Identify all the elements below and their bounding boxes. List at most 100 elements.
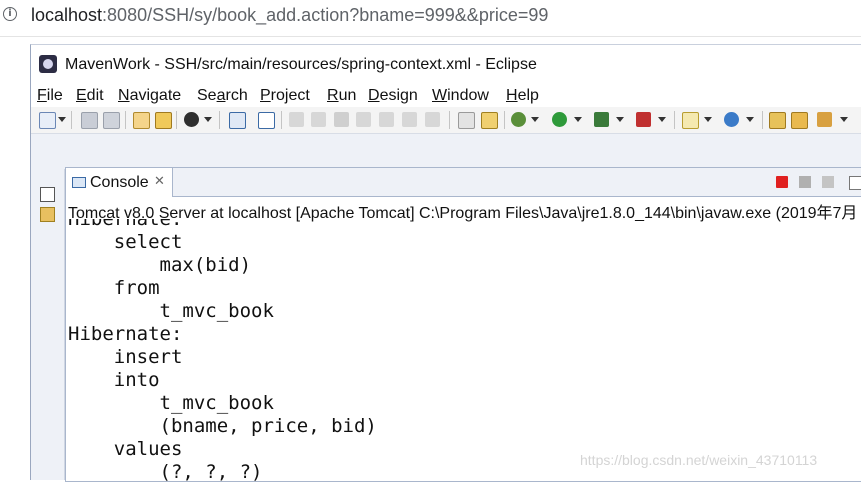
menu-file[interactable]: File [37, 87, 63, 105]
menu-design-rest: esign [379, 87, 418, 104]
new-java-project-icon[interactable] [682, 112, 699, 129]
open-task-icon[interactable] [481, 112, 498, 129]
menu-run-rest: un [338, 87, 357, 104]
new-java-project-dropdown-icon[interactable] [704, 117, 712, 122]
console-line: values [68, 438, 183, 460]
open-folder-icon[interactable] [769, 112, 786, 129]
new-icon[interactable] [39, 112, 56, 129]
console-line: t_mvc_book [68, 300, 274, 322]
site-info-icon[interactable]: i [3, 7, 17, 21]
menu-edit-rest: dit [86, 87, 104, 104]
quick-access-dropdown-icon[interactable] [840, 117, 848, 122]
external-tools-icon[interactable] [636, 112, 651, 127]
main-toolbar [31, 107, 861, 134]
url-path: :8080/SSH/sy/book_add.action?bname=999&&… [102, 5, 549, 25]
resume-icon[interactable] [289, 112, 304, 127]
open-resource-icon[interactable] [155, 112, 172, 129]
new-dropdown-icon[interactable] [58, 117, 66, 122]
tab-console[interactable]: Console ✕ [66, 168, 173, 197]
watermark: https://blog.csdn.net/weixin_43710113 [580, 452, 818, 468]
console-line: into [68, 369, 160, 391]
menu-window-mnemonic: W [432, 87, 448, 104]
console-line: Hibernate: [68, 219, 183, 230]
use-step-filters-icon[interactable] [458, 112, 475, 129]
disconnect-icon[interactable] [356, 112, 371, 127]
menu-file-mnemonic: F [37, 87, 47, 104]
new-class-dropdown-icon[interactable] [746, 117, 754, 122]
url-host: localhost [31, 5, 103, 25]
console-menu-icon[interactable] [849, 176, 861, 190]
menu-project-rest: roject [270, 87, 310, 104]
console-line: from [68, 277, 160, 299]
menu-window-rest: indow [447, 87, 489, 104]
remove-all-terminated-icon[interactable] [822, 176, 834, 188]
toolbar-separator [176, 111, 177, 129]
terminate-icon[interactable] [776, 176, 788, 188]
menu-run-mnemonic: R [327, 87, 339, 104]
console-line: insert [68, 346, 183, 368]
step-return-icon[interactable] [425, 112, 440, 127]
suspend-icon[interactable] [311, 112, 326, 127]
console-icon [72, 177, 86, 188]
console-line: (bname, price, bid) [68, 415, 377, 437]
menu-file-rest: ile [46, 87, 63, 104]
debug-icon[interactable] [511, 112, 526, 127]
debug-dropdown-icon[interactable] [531, 117, 539, 122]
console-line: max(bid) [68, 254, 252, 276]
view-tab-strip: Console ✕ [66, 168, 861, 197]
open-project-icon[interactable] [791, 112, 808, 129]
menu-edit[interactable]: Edit [76, 87, 104, 105]
menu-edit-mnemonic: E [76, 87, 87, 104]
menu-project[interactable]: Project [260, 87, 310, 105]
run-icon[interactable] [552, 112, 567, 127]
menu-search[interactable]: Search [197, 87, 248, 105]
menu-help[interactable]: Help [506, 87, 539, 105]
window-title: MavenWork - SSH/src/main/resources/sprin… [65, 56, 537, 73]
menu-design-mnemonic: D [368, 87, 380, 104]
run-dropdown-icon[interactable] [574, 117, 582, 122]
step-into-icon[interactable] [379, 112, 394, 127]
terminate-icon[interactable] [334, 112, 349, 127]
eclipse-window: MavenWork - SSH/src/main/resources/sprin… [30, 44, 861, 482]
new-class-icon[interactable] [724, 112, 739, 127]
quick-access-icon[interactable] [817, 112, 832, 127]
toolbar-separator [71, 111, 72, 129]
user-dropdown-icon[interactable] [204, 117, 212, 122]
run-server-dropdown-icon[interactable] [616, 117, 624, 122]
console-line: Hibernate: [68, 323, 183, 345]
save-icon[interactable] [81, 112, 98, 129]
menu-run[interactable]: Run [327, 87, 356, 105]
save-all-icon[interactable] [103, 112, 120, 129]
close-icon[interactable]: ✕ [154, 174, 165, 189]
menu-navigate-mnemonic: N [118, 87, 130, 104]
url-text[interactable]: localhost:8080/SSH/sy/book_add.action?bn… [31, 5, 548, 26]
restore-icon[interactable] [40, 187, 55, 202]
package-explorer-icon[interactable] [40, 207, 55, 222]
browser-address-bar[interactable]: i localhost:8080/SSH/sy/book_add.action?… [0, 0, 861, 36]
run-server-icon[interactable] [594, 112, 609, 127]
toolbar-separator [504, 111, 505, 129]
menu-search-rest: rch [225, 87, 248, 104]
user-icon[interactable] [184, 112, 199, 127]
menu-search-part2: e [207, 87, 217, 104]
skip-breakpoints-icon[interactable] [258, 112, 275, 129]
toolbar-separator [125, 111, 126, 129]
console-line: t_mvc_book [68, 392, 274, 414]
toolbar-separator [762, 111, 763, 129]
menu-navigate[interactable]: Navigate [118, 87, 181, 105]
console-output[interactable]: Hibernate: select max(bid) from t_mvc_bo… [68, 219, 858, 481]
menu-bar: File Edit Navigate Search Project Run De… [31, 83, 861, 107]
menu-design[interactable]: Design [368, 87, 418, 105]
menu-window[interactable]: Window [432, 87, 489, 105]
toolbar-separator [281, 111, 282, 129]
toolbar-separator [449, 111, 450, 129]
step-over-icon[interactable] [402, 112, 417, 127]
open-type-icon[interactable] [133, 112, 150, 129]
console-view: Console ✕ Tomcat v8.0 Server at localhos… [65, 167, 861, 482]
address-bar-divider [0, 36, 861, 37]
remove-launch-icon[interactable] [799, 176, 811, 188]
terminal-icon[interactable] [229, 112, 246, 129]
external-tools-dropdown-icon[interactable] [658, 117, 666, 122]
minimized-views-bar [31, 169, 65, 480]
toolbar-separator [219, 111, 220, 129]
